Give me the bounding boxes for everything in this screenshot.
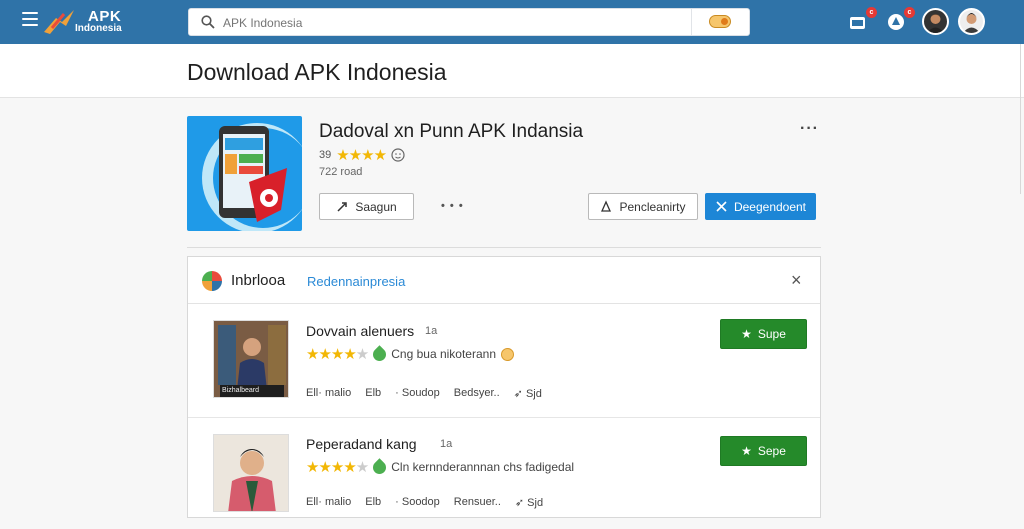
app-name: Dadoval xn Punn APK Indansia <box>319 121 584 142</box>
meta-item: Ell· malio <box>306 496 352 508</box>
list-item-number: 1a <box>425 325 438 337</box>
panel-title: Inbrlooa <box>231 272 286 289</box>
top-app-bar: APK Indonesia c c <box>0 0 1024 44</box>
share-button[interactable]: Saagun <box>319 193 414 220</box>
share-button-label: Saagun <box>355 199 397 214</box>
search-icon <box>201 15 215 29</box>
star-rating: ★★★★★ <box>306 346 369 363</box>
app-rating: 39 ★★★★ <box>319 147 405 164</box>
list-item-rating: ★★★★★ Cng bua nikoterann <box>306 344 514 364</box>
logo-text-indonesia: Indonesia <box>75 23 122 34</box>
bookmark-icon <box>601 200 612 212</box>
coin-icon <box>501 347 514 361</box>
list-item[interactable]: Peperadand kang 1a ★★★★★ Cln kernnderann… <box>188 417 820 529</box>
search-input[interactable] <box>223 14 663 32</box>
title-bar: Download APK Indonesia <box>0 44 1024 98</box>
leaf-icon <box>370 344 389 364</box>
search-coin-icon[interactable] <box>709 15 731 28</box>
app-size: 722 road <box>319 166 363 178</box>
meta-item-with-pin-icon: ➶ Sjd <box>514 497 544 509</box>
notification-badge: c <box>904 7 915 18</box>
item-action-button[interactable]: ★ Supe <box>720 319 807 349</box>
meta-item: · Soudop <box>395 387 440 399</box>
item-action-button-label: Supe <box>757 327 786 341</box>
emoji-icon <box>391 148 405 162</box>
rating-text: Cln kernnderannnan chs fadigedal <box>391 460 575 474</box>
thumbnail-caption: Bizhalbeard <box>222 387 259 394</box>
star-rating: ★★★★★ <box>306 459 369 476</box>
item-action-button[interactable]: ★ Sepe <box>720 436 807 466</box>
list-item-meta: Ell· malio Elb · Soodop Rensuer.. ➶ Sjd <box>306 496 543 509</box>
list-item-thumbnail: Bizhalbeard <box>213 320 289 398</box>
list-item[interactable]: Bizhalbeard Dovvain alenuers 1a ★★★★★ Cn… <box>188 305 820 417</box>
meta-item: Bedsyer.. <box>453 387 500 399</box>
meta-item: Elb <box>365 496 382 508</box>
logo-mark-icon <box>44 10 74 34</box>
panel-logo-icon <box>202 271 222 291</box>
panel-subtitle-link[interactable]: Redennainpresia <box>307 274 405 289</box>
secondary-button[interactable]: Pencleanirty <box>588 193 698 220</box>
star-icon: ★ <box>741 327 752 341</box>
secondary-button-label: Pencleanirty <box>619 199 686 214</box>
star-rating: ★★★★ <box>336 147 387 164</box>
app-icon <box>187 116 302 231</box>
cart-icon[interactable]: c <box>848 7 877 34</box>
dots-indicator: • • • <box>441 200 464 212</box>
list-item-number: 1a <box>440 438 453 450</box>
download-button-label: Deegendoent <box>733 199 807 214</box>
page-title: Download APK Indonesia <box>187 59 447 85</box>
leaf-icon <box>370 457 389 477</box>
close-icon[interactable]: × <box>791 270 802 291</box>
menu-icon[interactable] <box>22 12 38 26</box>
user-avatar[interactable] <box>922 8 949 35</box>
cart-badge: c <box>866 7 877 18</box>
download-button[interactable]: Deegendoent <box>705 193 816 220</box>
more-options-icon[interactable]: ··· <box>800 120 819 138</box>
list-item-thumbnail <box>213 434 289 512</box>
meta-item: · Soodop <box>395 496 440 508</box>
rating-text: Cng bua nikoterann <box>391 347 496 361</box>
meta-item: Rensuer.. <box>453 496 501 508</box>
meta-item: Ell· malio <box>306 387 352 399</box>
search-divider <box>691 9 692 35</box>
list-item-meta: Ell· malio Elb · Soudop Bedsyer.. ➶ Sjd <box>306 387 542 400</box>
site-logo[interactable]: APK Indonesia <box>42 6 142 38</box>
list-item-rating: ★★★★★ Cln kernnderannnan chs fadigedal <box>306 457 575 477</box>
download-icon <box>716 201 727 212</box>
rating-prefix: 39 <box>319 149 332 161</box>
meta-item: Elb <box>365 387 382 399</box>
item-action-button-label: Sepe <box>757 444 786 458</box>
star-icon: ★ <box>741 444 752 458</box>
meta-item-with-pin-icon: ➶ Sjd <box>513 388 542 400</box>
list-item-title[interactable]: Dovvain alenuers <box>306 323 414 339</box>
share-icon <box>337 202 348 212</box>
section-divider <box>187 247 821 248</box>
notification-icon[interactable]: c <box>886 7 915 34</box>
panel-header: Inbrlooa Redennainpresia × <box>188 257 820 304</box>
list-item-title[interactable]: Peperadand kang <box>306 436 417 452</box>
profile-avatar[interactable] <box>958 8 985 35</box>
recommendation-panel: Inbrlooa Redennainpresia × Bizhalbeard D… <box>187 256 821 518</box>
search-bar[interactable] <box>188 8 750 36</box>
page-divider <box>1020 44 1021 194</box>
